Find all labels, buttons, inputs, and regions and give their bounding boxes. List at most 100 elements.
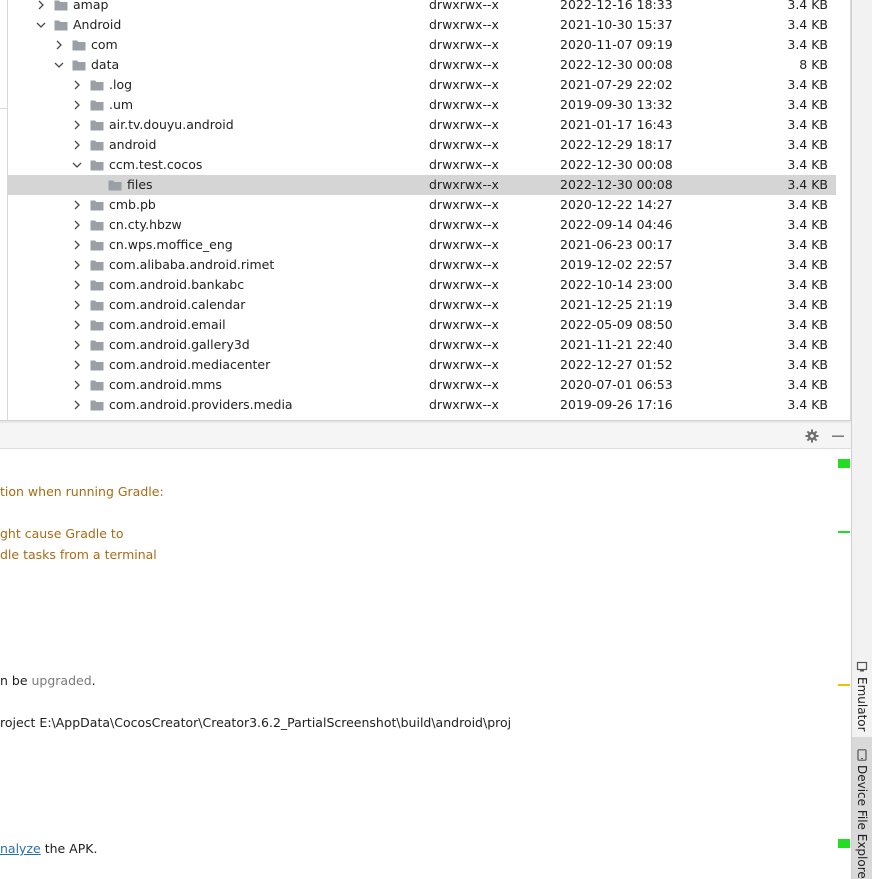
row-date: 2019-09-30 13:32 [560,97,673,112]
tree-row[interactable]: cmb.pb drwxrwx--x 2020-12-22 14:27 3.4 KB [8,195,836,215]
analyze-apk-link[interactable]: nalyze [0,841,41,856]
tree-row[interactable]: .log drwxrwx--x 2021-07-29 22:02 3.4 KB [8,75,836,95]
folder-icon [90,259,104,271]
row-name: com.android.mediacenter [109,357,271,372]
upgraded-link[interactable]: upgraded [32,673,92,688]
folder-icon [90,239,104,251]
tree-row[interactable]: com.android.bankabc drwxrwx--x 2022-10-14 … [8,275,836,295]
row-size: 3.4 KB [787,0,828,12]
row-name: com.android.gallery3d [109,337,250,352]
tab-emulator-label: Emulator [855,677,869,732]
folder-icon [90,199,104,211]
tab-device-file-explorer[interactable]: Device File Explorer [852,737,872,879]
chevron-down-icon[interactable] [53,59,65,71]
tree-row[interactable]: .um drwxrwx--x 2019-09-30 13:32 3.4 KB [8,95,836,115]
row-size: 3.4 KB [787,37,828,52]
chevron-right-icon[interactable] [71,219,83,231]
row-name: com.android.providers.media [109,397,293,412]
chevron-right-icon[interactable] [53,39,65,51]
tree-row[interactable]: com.android.calendar drwxrwx--x 2021-12-25… [8,295,836,315]
tree-row[interactable]: com.alibaba.android.rimet drwxrwx--x 2019-… [8,255,836,275]
folder-icon [90,139,104,151]
row-permissions: drwxrwx--x [429,57,499,72]
marker-success[interactable] [838,531,850,533]
tree-row[interactable]: com drwxrwx--x 2020-11-07 09:19 3.4 KB [8,35,836,55]
chevron-down-icon[interactable] [35,19,47,31]
chevron-down-icon[interactable] [71,159,83,171]
chevron-right-icon[interactable] [71,359,83,371]
row-date: 2021-10-30 15:37 [560,17,673,32]
marker-warning[interactable] [838,684,850,686]
chevron-right-icon[interactable] [71,239,83,251]
row-date: 2021-07-29 22:02 [560,77,673,92]
folder-icon [90,99,104,111]
row-date: 2020-11-07 09:19 [560,37,673,52]
row-name: air.tv.douyu.android [109,117,234,132]
row-date: 2022-12-27 01:52 [560,357,673,372]
chevron-right-icon[interactable] [71,379,83,391]
chevron-right-icon[interactable] [71,119,83,131]
tree-row[interactable]: com.android.gallery3d drwxrwx--x 2021-11-2… [8,335,836,355]
row-date: 2022-10-14 23:00 [560,277,673,292]
marker-success[interactable] [838,839,850,848]
tree-row[interactable]: cn.cty.hbzw drwxrwx--x 2022-09-14 04:46 3.4… [8,215,836,235]
row-name: com.android.calendar [109,297,246,312]
tree-row[interactable]: cn.wps.moffice_eng drwxrwx--x 2021-06-23 0… [8,235,836,255]
row-name: amap [73,0,109,12]
row-name: cn.cty.hbzw [109,217,182,232]
build-output-console: tion when running Gradle: ght cause Grad… [0,450,836,879]
output-line: nalyze the APK. [0,841,98,856]
chevron-right-icon[interactable] [71,259,83,271]
row-permissions: drwxrwx--x [429,257,499,272]
row-name: com.android.email [109,317,226,332]
output-line: dle tasks from a terminal [0,547,157,562]
row-date: 2019-09-26 17:16 [560,397,673,412]
row-name: com.android.bankabc [109,277,245,292]
chevron-right-icon[interactable] [71,339,83,351]
row-name: ccm.test.cocos [109,157,203,172]
row-name: com.alibaba.android.rimet [109,257,275,272]
folder-icon [90,219,104,231]
row-permissions: drwxrwx--x [429,277,499,292]
tree-row[interactable]: air.tv.douyu.android drwxrwx--x 2021-01-17… [8,115,836,135]
chevron-right-icon[interactable] [35,0,47,11]
chevron-right-icon[interactable] [71,99,83,111]
tree-row[interactable]: files drwxrwx--x 2022-12-30 00:08 3.4 KB [8,175,836,195]
row-size: 3.4 KB [787,337,828,352]
row-size: 3.4 KB [787,277,828,292]
row-size: 3.4 KB [787,77,828,92]
row-size: 3.4 KB [787,257,828,272]
folder-icon [72,39,86,51]
marker-success[interactable] [838,459,850,468]
tree-row[interactable]: com.android.mediacenter drwxrwx--x 2022-12… [8,355,836,375]
chevron-right-icon[interactable] [71,399,83,411]
chevron-right-icon[interactable] [71,279,83,291]
row-size: 3.4 KB [787,117,828,132]
chevron-right-icon[interactable] [71,79,83,91]
gear-icon[interactable] [804,428,820,444]
folder-icon [90,339,104,351]
row-size: 3.4 KB [787,197,828,212]
tree-row[interactable]: com.android.mms drwxrwx--x 2020-07-01 06:5… [8,375,836,395]
folder-icon [90,279,104,291]
tree-row[interactable]: com.android.providers.media drwxrwx--x 201… [8,395,836,415]
chevron-right-icon[interactable] [71,199,83,211]
tree-row[interactable]: data drwxrwx--x 2022-12-30 00:08 8 KB [8,55,836,75]
row-permissions: drwxrwx--x [429,0,499,12]
output-line: tion when running Gradle: [0,484,164,499]
tree-row[interactable]: android drwxrwx--x 2022-12-29 18:17 3.4 KB [8,135,836,155]
tree-row[interactable]: Android drwxrwx--x 2021-10-30 15:37 3.4 KB [8,15,836,35]
chevron-right-icon[interactable] [71,139,83,151]
tab-emulator[interactable]: Emulator [852,655,872,732]
minimize-icon[interactable] [830,428,846,444]
row-name: Android [73,17,122,32]
tree-row[interactable]: com.android.email drwxrwx--x 2022-05-09 08… [8,315,836,335]
tree-row[interactable]: ccm.test.cocos drwxrwx--x 2022-12-30 00:08… [8,155,836,175]
row-permissions: drwxrwx--x [429,217,499,232]
chevron-right-icon[interactable] [71,319,83,331]
row-name: cn.wps.moffice_eng [109,237,233,252]
chevron-right-icon[interactable] [71,299,83,311]
row-permissions: drwxrwx--x [429,297,499,312]
tree-row[interactable]: amap drwxrwx--x 2022-12-16 18:33 3.4 KB [8,0,836,15]
row-size: 3.4 KB [787,177,828,192]
